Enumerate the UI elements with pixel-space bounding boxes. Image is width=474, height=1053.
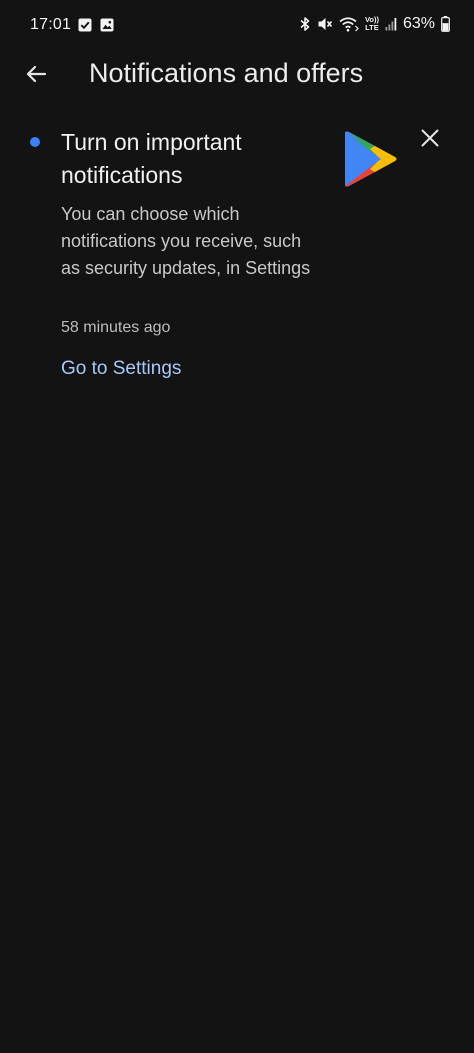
wifi-calling-icon	[339, 16, 359, 32]
app-bar: Notifications and offers	[0, 52, 474, 100]
checkbox-notification-icon	[78, 18, 92, 37]
notification-body: You can choose which notifications you r…	[61, 204, 311, 278]
gallery-notification-icon	[100, 18, 114, 37]
arrow-back-icon	[24, 62, 48, 91]
unread-indicator	[30, 137, 40, 147]
bluetooth-icon	[299, 16, 311, 32]
notification-item[interactable]: Turn on important notifications You can …	[0, 118, 474, 408]
go-to-settings-link[interactable]: Go to Settings	[61, 358, 181, 380]
signal-icon	[385, 17, 397, 31]
mute-icon	[317, 16, 333, 32]
status-time: 17:01	[30, 16, 72, 33]
status-bar: 17:01 Vo)) LTE 63%	[0, 0, 474, 52]
volte-bottom-text: LTE	[365, 23, 379, 32]
status-right-icons: Vo)) LTE 63%	[299, 15, 450, 33]
volte-icon: Vo)) LTE	[365, 16, 379, 32]
page-title: Notifications and offers	[89, 58, 364, 88]
battery-percent: 63%	[402, 15, 435, 32]
status-notification-icons	[78, 18, 114, 37]
notification-title: Turn on important notifications	[61, 129, 242, 188]
battery-icon	[441, 16, 450, 32]
notification-timestamp: 58 minutes ago	[61, 319, 171, 336]
dismiss-button[interactable]	[414, 124, 446, 156]
back-button[interactable]	[20, 60, 52, 92]
close-icon	[420, 128, 440, 153]
google-play-icon	[340, 128, 402, 190]
